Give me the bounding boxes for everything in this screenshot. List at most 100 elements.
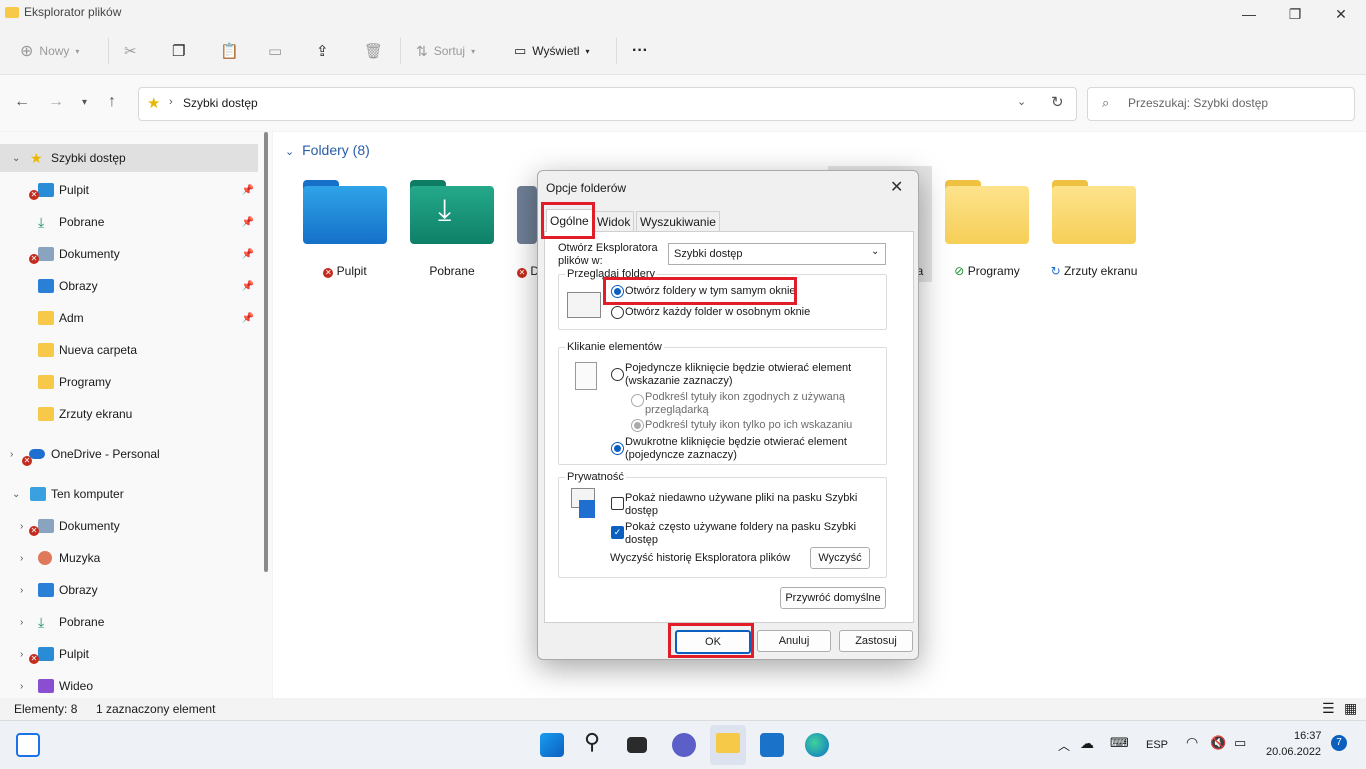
rename-button[interactable]: ▭	[268, 38, 282, 64]
speaker-muted-icon[interactable]: 🔇	[1210, 735, 1226, 751]
section-header[interactable]: ⌄ Foldery (8)	[285, 142, 370, 158]
underline-hover-radio[interactable]	[631, 419, 644, 432]
up-arrow-icon[interactable]: ↑	[108, 93, 116, 111]
double-click-label[interactable]: Dwukrotne kliknięcie będzie otwierać ele…	[625, 436, 865, 462]
start-icon[interactable]	[540, 733, 564, 757]
folder-tile-zrzuty-ekranu[interactable]	[1052, 180, 1136, 244]
highlight-box-tab	[541, 202, 595, 239]
frequent-folders-checkbox[interactable]: ✓	[611, 526, 624, 539]
sidebar-item-label: OneDrive - Personal	[51, 447, 160, 461]
back-arrow-icon[interactable]: ←	[14, 93, 30, 111]
tab-search[interactable]: Wyszukiwanie	[636, 211, 720, 232]
single-click-label[interactable]: Pojedyncze kliknięcie będzie otwierać el…	[625, 362, 865, 388]
breadcrumb-quick-access[interactable]: Szybki dostęp	[183, 96, 258, 110]
recent-files-label[interactable]: Pokaż niedawno używane pliki na pasku Sz…	[625, 492, 875, 518]
recent-files-checkbox[interactable]	[611, 497, 624, 510]
sidebar-item-obrazy[interactable]: Obrazy 📌	[0, 272, 258, 300]
sidebar-item-muzyka[interactable]: › Muzyka	[0, 544, 258, 572]
double-click-radio[interactable]	[611, 442, 624, 455]
minimize-button[interactable]: —	[1226, 0, 1272, 28]
underline-browser-radio[interactable]	[631, 394, 644, 407]
sidebar-item-nueva-carpeta[interactable]: Nueva carpeta	[0, 336, 258, 364]
browse-folders-icon	[567, 292, 601, 318]
chevron-up-icon[interactable]: ︿	[1058, 737, 1070, 754]
sidebar-item-dokumenty[interactable]: ✕ Dokumenty 📌	[0, 240, 258, 268]
tiles-view-icon[interactable]: ▦	[1344, 700, 1357, 717]
apply-button[interactable]: Zastosuj	[839, 630, 913, 652]
notification-badge[interactable]: 7	[1331, 735, 1347, 751]
frequent-folders-label[interactable]: Pokaż często używane foldery na pasku Sz…	[625, 521, 875, 547]
sidebar-item-this-pc[interactable]: ⌄ Ten komputer	[0, 480, 258, 508]
sidebar-item-onedrive[interactable]: › ✕ OneDrive - Personal	[0, 440, 258, 468]
folder-label-pobrane: Pobrane	[429, 264, 475, 278]
sidebar-item-pulpit[interactable]: ✕ Pulpit 📌	[0, 176, 258, 204]
explorer-app-icon	[5, 7, 19, 18]
sidebar-item-quick-access[interactable]: ⌄ ★ Szybki dostęp	[0, 144, 258, 172]
single-click-radio[interactable]	[611, 368, 624, 381]
sidebar-item-pc-obrazy[interactable]: › Obrazy	[0, 576, 258, 604]
clock-date[interactable]: 20.06.2022	[1266, 746, 1321, 758]
sort-button[interactable]: ⇅ Sortuj ▾	[416, 38, 475, 64]
cut-button[interactable]: ✂	[124, 38, 137, 64]
task-view-icon[interactable]	[627, 737, 647, 753]
restore-defaults-button[interactable]: Przywróć domyślne	[780, 587, 886, 609]
pin-icon: 📌	[241, 216, 254, 228]
clock-time[interactable]: 16:37	[1294, 730, 1322, 742]
refresh-icon[interactable]: ↻	[1051, 93, 1064, 111]
sidebar-item-pc-dokumenty[interactable]: › ✕ Dokumenty	[0, 512, 258, 540]
search-icon[interactable]: ⚲	[584, 729, 608, 754]
maximize-button[interactable]: ❐	[1272, 0, 1318, 28]
sidebar-item-zrzuty-ekranu[interactable]: Zrzuty ekranu	[0, 400, 258, 428]
open-explorer-select[interactable]: Szybki dostęp ⌄	[668, 243, 886, 265]
share-button[interactable]: ⇪	[316, 38, 329, 64]
sidebar-item-pobrane[interactable]: ⤓ Pobrane 📌	[0, 208, 258, 236]
copy-button[interactable]: ❐	[172, 38, 185, 64]
folder-tile-pulpit[interactable]	[303, 180, 387, 244]
forward-arrow-icon[interactable]: →	[48, 93, 64, 111]
recent-locations-chevron-icon[interactable]: ▾	[82, 97, 87, 108]
music-icon	[38, 551, 52, 565]
download-arrow-icon: ⤓	[438, 194, 452, 227]
folder-tile-pobrane[interactable]: ⤓	[410, 180, 494, 244]
address-bar[interactable]: ★ › Szybki dostęp ⌄ ↻	[138, 87, 1077, 121]
onedrive-tray-icon[interactable]: ☁	[1080, 735, 1094, 752]
underline-hover-label[interactable]: Podkreśl tytuły ikon tylko po ich wskaza…	[645, 419, 852, 432]
sidebar-item-pc-pobrane[interactable]: › ⤓ Pobrane	[0, 608, 258, 636]
close-window-button[interactable]: ✕	[1318, 0, 1364, 28]
paste-button[interactable]: 📋	[220, 38, 239, 64]
folder-label-zrzuty-ekranu: ↻ Zrzuty ekranu	[1034, 264, 1154, 278]
file-explorer-taskbar-button[interactable]	[710, 725, 746, 765]
more-options-button[interactable]: ···	[632, 38, 648, 64]
browse-new-window-radio[interactable]	[611, 306, 624, 319]
chat-icon[interactable]	[672, 733, 696, 757]
details-view-icon[interactable]: ☰	[1322, 700, 1335, 717]
sidebar-scrollbar[interactable]	[264, 132, 268, 572]
store-icon[interactable]	[760, 733, 784, 757]
underline-browser-label[interactable]: Podkreśl tytuły ikon zgodnych z używaną …	[645, 391, 845, 417]
widgets-icon[interactable]	[16, 733, 40, 757]
tab-view[interactable]: Widok	[593, 211, 635, 232]
edge-icon[interactable]	[805, 733, 829, 757]
new-button[interactable]: ⊕ Nowy ▾	[20, 38, 79, 64]
wifi-icon[interactable]: ◠	[1186, 734, 1198, 751]
battery-icon[interactable]: ▭	[1234, 735, 1246, 751]
address-dropdown-icon[interactable]: ⌄	[1017, 95, 1026, 108]
general-tab-panel: Otwórz Eksploratora plików w: Szybki dos…	[544, 231, 914, 623]
sidebar-item-programy[interactable]: Programy	[0, 368, 258, 396]
folder-tile-programy[interactable]	[945, 180, 1029, 244]
sidebar-item-label: Dokumenty	[59, 519, 120, 533]
close-icon[interactable]: ✕	[890, 177, 903, 197]
search-box[interactable]: ⌕ Przeszukaj: Szybki dostęp	[1087, 87, 1355, 121]
language-indicator[interactable]: ESP	[1146, 739, 1168, 751]
cancel-button[interactable]: Anuluj	[757, 630, 831, 652]
clear-history-button[interactable]: Wyczyść	[810, 547, 870, 569]
browse-new-window-label[interactable]: Otwórz każdy folder w osobnym oknie	[625, 306, 810, 319]
sidebar-item-pc-pulpit[interactable]: › ✕ Pulpit	[0, 640, 258, 668]
delete-button[interactable]: 🗑	[364, 38, 383, 64]
sidebar-item-wideo[interactable]: › Wideo	[0, 672, 258, 700]
sidebar-item-label: Adm	[59, 311, 84, 325]
view-button[interactable]: ▭ Wyświetl ▾	[514, 38, 590, 64]
sidebar-item-adm[interactable]: Adm 📌	[0, 304, 258, 332]
keyboard-icon[interactable]: ⌨	[1110, 735, 1129, 751]
folder-tile-dokumenty[interactable]	[517, 180, 537, 244]
